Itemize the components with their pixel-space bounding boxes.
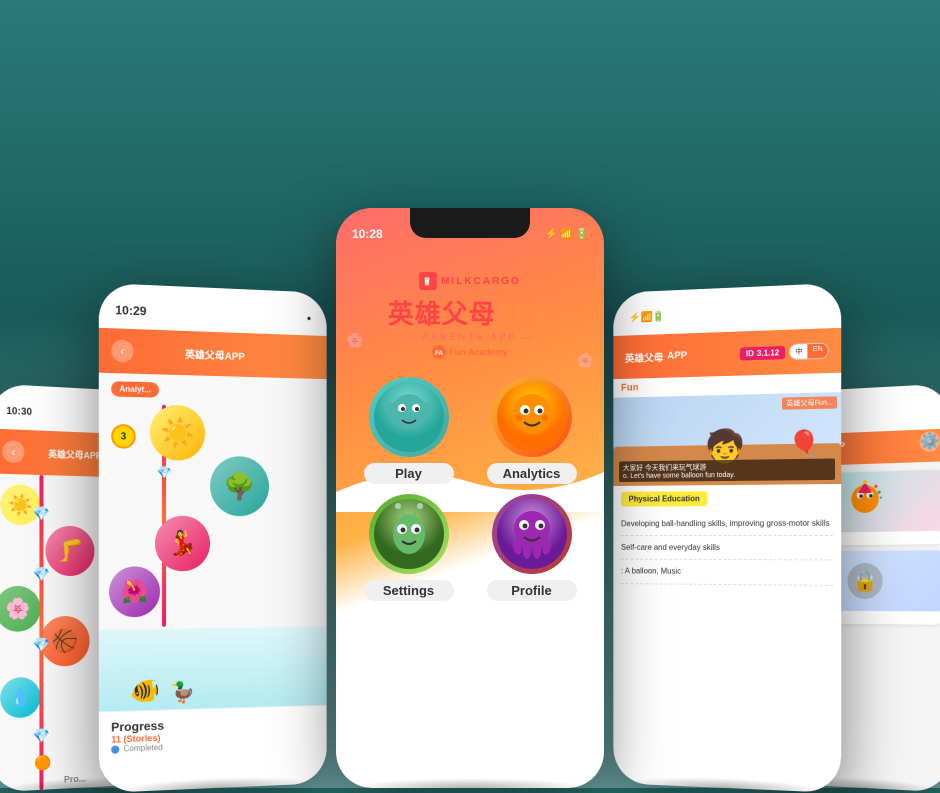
notch-center (410, 208, 530, 238)
video-caption: 大家好 今天我们来玩气球游 o. Let's have some balloon… (619, 458, 835, 482)
brand-name: MILKCARGO (441, 276, 521, 287)
play-label: Play (364, 463, 454, 484)
camera-dot-left2: ● (307, 313, 312, 322)
completed-dot (111, 745, 119, 753)
phones-stage: 10:30 ▪▪▪ ‹ 英雄父母APP ☀️ 🦵 🌸 � (0, 68, 940, 788)
curriculum-list: Developing ball-handling skills, improvi… (613, 511, 841, 585)
version: 3.1.12 (757, 348, 779, 358)
id-badge: ID 3.1.12 (740, 345, 785, 360)
menu-item-analytics[interactable]: Analytics (475, 377, 588, 484)
right2-header-right: ID 3.1.12 中 EN (740, 342, 829, 361)
subject-badge: Physical Education (621, 491, 708, 506)
logo-box: 🥛 (419, 272, 437, 290)
activity-legs: 🦵 (45, 526, 94, 577)
time-left3: 10:30 (6, 405, 32, 417)
analytics-label: Analytics (487, 463, 577, 484)
water-scene: 🐠 🦆 (99, 626, 327, 711)
flower-decor-2: 🌸 (577, 352, 594, 369)
left3-title: 英雄父母APP (48, 446, 101, 461)
lang-toggle[interactable]: 中 EN (789, 342, 828, 360)
signal-c: ⚡ 📶 🔋 (545, 229, 588, 240)
right2-header-left: 英雄父母 APP (625, 348, 687, 365)
placeholder-l2 (294, 357, 315, 358)
lang-en[interactable]: EN (808, 344, 828, 359)
activity-water: 💧 (0, 677, 40, 719)
gem1: 💎 (33, 505, 50, 522)
fun-academy-container: FA Fun Academy (432, 345, 508, 359)
fun-academy-label: Fun Academy (449, 347, 508, 357)
act-book-l2: 🌺 (109, 566, 160, 617)
left2-header: ‹ 英雄父母APP (99, 328, 327, 379)
gem2: 💎 (33, 566, 50, 583)
act-tree-l2: 🌳 (210, 456, 269, 516)
profile-label: Profile (487, 580, 577, 601)
wifi-signal: ⚡📶🔋 (629, 311, 665, 323)
status-icons-left2: ● (307, 313, 312, 322)
settings-character-svg (374, 499, 444, 569)
menu-item-profile[interactable]: Profile (475, 494, 588, 601)
settings-icon-circle (369, 494, 449, 574)
phone-right2: ⚡📶🔋 英雄父母 APP ID 3.1.12 (613, 283, 841, 793)
id-label: ID (746, 349, 754, 358)
lang-zh[interactable]: 中 (790, 344, 807, 359)
analytics-icon-circle (492, 377, 572, 457)
play-icon-circle (369, 377, 449, 457)
gem4: 💎 (33, 727, 50, 745)
curriculum-item-2: Self-care and everyday skills (621, 536, 833, 561)
right2-screen-content: Fun 🧒 🎈 大家好 今天我们来玩气球游 o. Let's have some… (613, 373, 841, 793)
curriculum-item-1: Developing ball-handling skills, improvi… (621, 512, 833, 537)
act-dance-l2: 💃 (155, 516, 210, 572)
phone-center: 10:28 ⚡ 📶 🔋 🥛 MILKCARGO (336, 208, 604, 788)
completed-text: Completed (123, 743, 162, 754)
analytics-character-svg (497, 382, 567, 452)
journey-track: 3 💎 💎 💎 ☀️ 🌳 💃 🌺 (99, 403, 327, 627)
menu-item-play[interactable]: Play (352, 377, 465, 484)
profile-character-svg (497, 499, 567, 569)
profile-icon-circle (492, 494, 572, 574)
level-badge: 3 (111, 424, 136, 449)
back-button-left3[interactable]: ‹ (2, 440, 24, 463)
balloon: 🎈 (788, 428, 821, 460)
status-icons-center: ⚡ 📶 🔋 (545, 229, 588, 240)
right2-header: 英雄父母 APP ID 3.1.12 中 EN (613, 328, 841, 379)
activity-flower: 🌸 (0, 586, 40, 632)
settings-btn-right3[interactable]: ⚙️ (920, 431, 940, 452)
right2-title-cn: 英雄父母 (625, 349, 663, 365)
flower-decor-1: 🌸 (346, 332, 363, 349)
left2-title: 英雄父母APP (185, 345, 245, 362)
status-bar-right2: ⚡📶🔋 (613, 283, 841, 336)
time-center: 10:28 (352, 227, 383, 241)
duck-emoji: 🦆 (170, 679, 195, 705)
status-bar-left2: 10:29 ● (99, 283, 327, 336)
card1-creature (841, 476, 890, 527)
caption-line2: o. Let's have some balloon fun today. (623, 471, 831, 480)
play-character-svg (374, 382, 444, 452)
fun-academy-icon: FA (432, 345, 446, 359)
time-right2: ⚡📶🔋 (629, 311, 665, 323)
lock-icon: 🔒 (853, 568, 877, 593)
watermark: 英雄父母Fun... (782, 396, 837, 409)
analytics-pill: Analyt... (111, 381, 159, 397)
left2-screen-content: Analyt... 3 💎 💎 💎 ☀️ 🌳 💃 🌺 (99, 373, 327, 793)
gem3: 💎 (33, 636, 50, 653)
video-thumbnail: 🧒 🎈 大家好 今天我们来玩气球游 o. Let's have some bal… (613, 392, 841, 486)
gem-l2-2: 💎 (157, 465, 172, 479)
menu-item-settings[interactable]: Settings (352, 494, 465, 601)
right2-title-app: APP (667, 350, 687, 362)
curriculum-item-3: : A balloon, Music (621, 560, 833, 585)
time-left2: 10:29 (115, 303, 146, 318)
menu-grid: Play (336, 367, 604, 611)
app-title-chinese: 英雄父母APP (388, 294, 552, 331)
app-title-tagline: — PARENTS APP — (405, 332, 535, 342)
phone-left2: 10:29 ● ‹ 英雄父母APP Analyt... (99, 283, 327, 793)
milkcargo-logo: 🥛 MILKCARGO (419, 272, 521, 290)
settings-label: Settings (364, 580, 454, 601)
svg-text:FA: FA (435, 351, 443, 357)
fish-emoji: 🐠 (130, 676, 160, 706)
act-sun-l2: ☀️ (150, 404, 205, 460)
back-button-left2[interactable]: ‹ (111, 339, 134, 362)
